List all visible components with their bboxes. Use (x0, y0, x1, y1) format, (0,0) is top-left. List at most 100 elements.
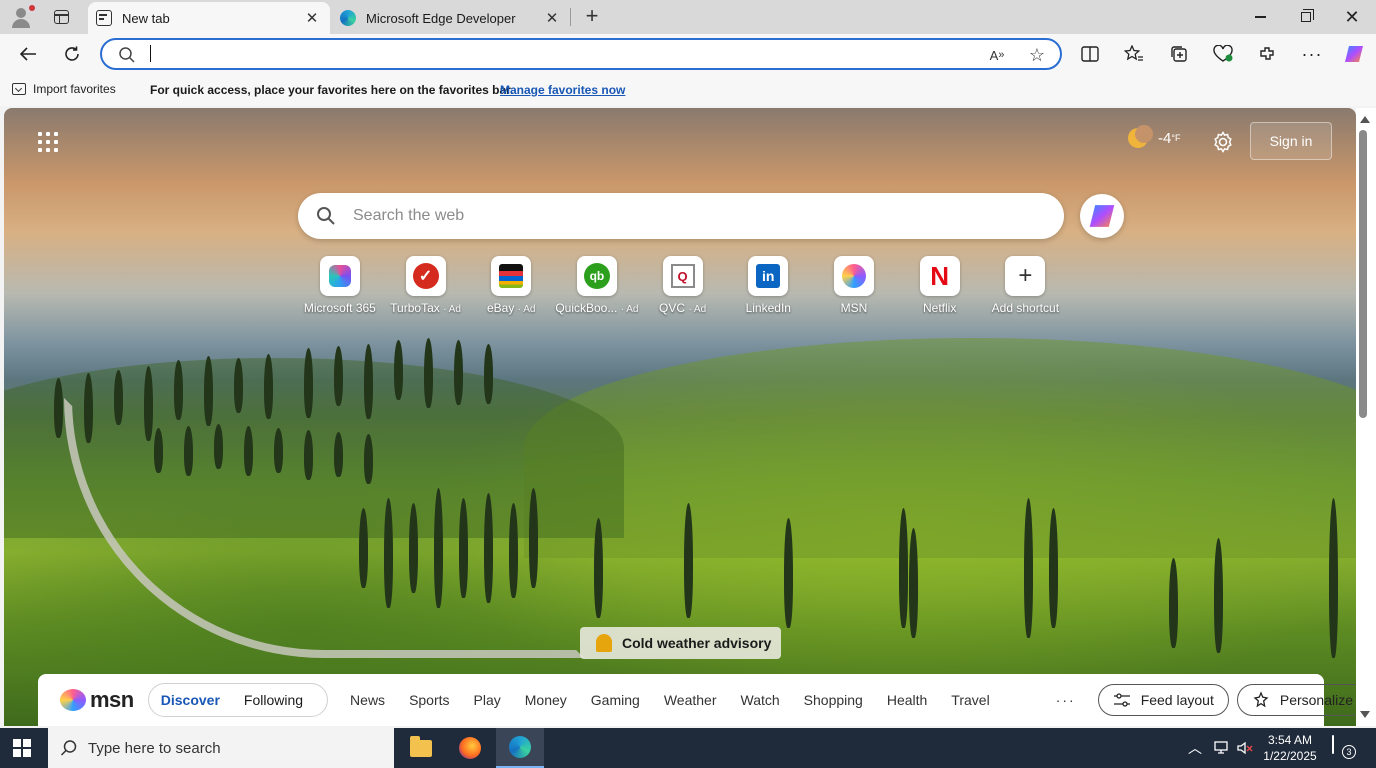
shortcut-qvc[interactable]: Q QVC · Ad (640, 256, 726, 315)
windows-start-icon[interactable] (13, 739, 31, 757)
edge-taskbar-button[interactable] (496, 728, 544, 768)
shortcut-add[interactable]: + Add shortcut (983, 256, 1069, 315)
shortcut-linkedin[interactable]: in LinkedIn (725, 256, 811, 315)
address-input[interactable] (148, 44, 968, 64)
import-icon (12, 83, 26, 95)
close-tab-button[interactable]: ✕ (542, 8, 562, 28)
show-hidden-icons-chevron-icon[interactable]: ︿ (1188, 728, 1202, 768)
file-explorer-taskbar-button[interactable] (397, 728, 445, 768)
web-search-input[interactable] (353, 205, 1043, 227)
feed-layout-label: Feed layout (1140, 692, 1214, 708)
copilot-search-button[interactable] (1080, 194, 1124, 238)
taskbar-search-box[interactable]: Type here to search (48, 728, 394, 768)
shortcut-tile (833, 256, 874, 296)
nav-money[interactable]: Money (513, 692, 579, 708)
cypress-tree (434, 488, 443, 608)
tab-discover[interactable]: Discover (161, 692, 232, 708)
cypress-tree (184, 426, 193, 476)
shortcut-microsoft-365[interactable]: Microsoft 365 (297, 256, 383, 315)
tab-actions-icon[interactable] (49, 5, 73, 29)
cypress-tree (244, 426, 253, 476)
collections-button[interactable] (1165, 40, 1193, 68)
sliders-icon (1113, 693, 1130, 707)
scroll-down-arrow-icon[interactable] (1360, 711, 1370, 718)
nav-travel[interactable]: Travel (939, 692, 1001, 708)
browser-essentials-button[interactable] (1209, 40, 1237, 68)
personalize-button[interactable]: Personalize (1236, 684, 1356, 716)
favorites-button[interactable] (1120, 40, 1148, 68)
import-favorites-button[interactable]: Import favorites (12, 82, 116, 96)
close-tab-button[interactable]: ✕ (302, 8, 322, 28)
page-settings-gear-icon[interactable] (1211, 130, 1235, 154)
split-screen-button[interactable] (1076, 40, 1104, 68)
nav-weather[interactable]: Weather (652, 692, 729, 708)
nav-sports[interactable]: Sports (397, 692, 461, 708)
minimize-button[interactable] (1237, 0, 1283, 34)
feed-layout-button[interactable]: Feed layout (1097, 684, 1229, 716)
settings-more-button[interactable]: ··· (1298, 40, 1326, 68)
extensions-button[interactable] (1253, 40, 1281, 68)
back-button[interactable] (14, 40, 42, 68)
msn-butterfly-icon (60, 689, 86, 711)
cypress-tree (1024, 498, 1033, 638)
read-aloud-icon[interactable]: A» (986, 44, 1008, 66)
scroll-up-arrow-icon[interactable] (1360, 116, 1370, 123)
taskbar-search-placeholder: Type here to search (88, 739, 221, 757)
cypress-tree (899, 508, 908, 628)
new-tab-button[interactable]: + (580, 5, 604, 29)
cypress-tree (204, 356, 213, 426)
manage-favorites-link[interactable]: Manage favorites now (500, 83, 625, 97)
volume-muted-icon[interactable] (1236, 728, 1254, 768)
cypress-tree (264, 354, 273, 419)
nav-news[interactable]: News (338, 692, 397, 708)
nav-play[interactable]: Play (462, 692, 513, 708)
refresh-icon (65, 46, 79, 61)
address-bar[interactable]: A» ☆ (100, 38, 1062, 70)
shortcut-label: QVC (659, 301, 686, 315)
cypress-tree (529, 488, 538, 588)
shortcut-netflix[interactable]: N Netflix (897, 256, 983, 315)
system-clock[interactable]: 3:54 AM 1/22/2025 (1262, 732, 1318, 764)
action-center-button[interactable]: 3 (1332, 735, 1356, 760)
weather-widget[interactable]: -4 °F (1128, 125, 1180, 148)
nav-shopping[interactable]: Shopping (792, 692, 875, 708)
weather-advisory-button[interactable]: Cold weather advisory (580, 627, 781, 659)
shortcut-tile: + (1005, 256, 1046, 296)
text-caret (150, 45, 152, 62)
add-favorite-star-icon[interactable]: ☆ (1026, 44, 1048, 66)
app-launcher-icon[interactable] (34, 128, 62, 156)
advisory-label: Cold weather advisory (622, 635, 772, 651)
shortcut-turbotax[interactable]: ✓ TurboTax · Ad (383, 256, 469, 315)
nav-more-button[interactable]: ··· (1056, 692, 1076, 708)
refresh-button[interactable] (58, 40, 86, 68)
nav-watch[interactable]: Watch (729, 692, 792, 708)
msn-logo[interactable]: msn (60, 687, 134, 713)
cypress-tree (234, 358, 243, 413)
tab-following[interactable]: Following (232, 692, 315, 708)
clock-time: 3:54 AM (1267, 733, 1313, 747)
restore-button[interactable] (1283, 0, 1329, 34)
firefox-taskbar-button[interactable] (446, 728, 494, 768)
web-search-box[interactable] (298, 193, 1064, 239)
tab-title: Microsoft Edge Developer (366, 10, 516, 26)
scrollbar-thumb[interactable] (1359, 130, 1367, 418)
cypress-tree (304, 348, 313, 418)
feed-categories: News Sports Play Money Gaming Weather Wa… (338, 692, 1002, 708)
background-hill (524, 338, 1356, 558)
shortcut-quickbooks[interactable]: qb QuickBoo... · Ad (554, 256, 640, 315)
close-window-button[interactable]: ✕ (1329, 0, 1375, 34)
network-icon[interactable] (1213, 728, 1231, 768)
nav-gaming[interactable]: Gaming (579, 692, 652, 708)
cypress-tree (154, 428, 163, 473)
shortcut-ebay[interactable]: eBay · Ad (468, 256, 554, 315)
background-road (64, 398, 584, 658)
profile-icon[interactable] (10, 5, 35, 29)
page-scrollbar[interactable] (1356, 108, 1376, 726)
sign-in-button[interactable]: Sign in (1250, 122, 1332, 160)
copilot-button[interactable] (1340, 40, 1368, 68)
tab-new-tab[interactable]: New tab ✕ (88, 2, 330, 34)
tab-edge-developer[interactable]: Microsoft Edge Developer ✕ (332, 2, 570, 34)
nav-health[interactable]: Health (875, 692, 939, 708)
restore-icon (1301, 9, 1314, 22)
shortcut-msn[interactable]: MSN (811, 256, 897, 315)
